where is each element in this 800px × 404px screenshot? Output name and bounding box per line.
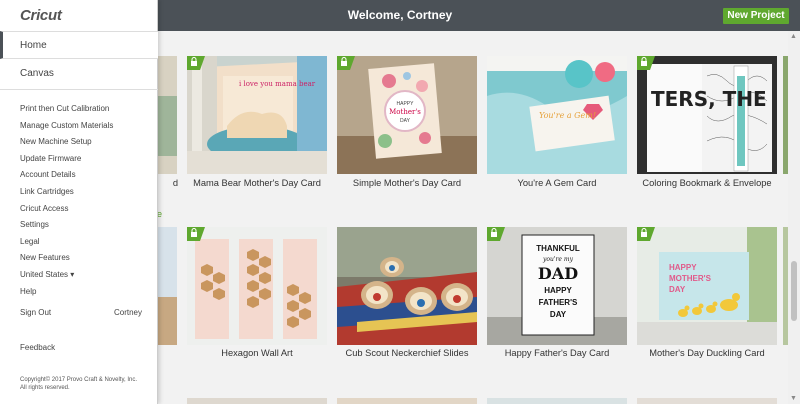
- menu-item-country-select[interactable]: United States ▾: [20, 267, 150, 284]
- menu-item-cricut-access[interactable]: Cricut Access: [20, 201, 150, 218]
- card-thumbnail: HAPPY MOTHER'S DAY: [637, 227, 777, 345]
- copyright-line: All rights reserved.: [20, 385, 70, 391]
- partial-card-row3[interactable]: [637, 398, 777, 404]
- access-badge-icon: [487, 227, 505, 241]
- sidebar-item-canvas[interactable]: Canvas: [0, 60, 158, 90]
- card-art-text: i love you mama bear: [239, 80, 316, 88]
- sidebar-menu: Cricut Home Canvas Print then Cut Calibr…: [0, 0, 158, 404]
- card-art-text: TERS, THE: [651, 87, 767, 111]
- card-art-text: HAPPY: [544, 286, 572, 295]
- partial-card-row3[interactable]: [187, 398, 327, 404]
- card-art-text: FATHER'S: [539, 298, 578, 307]
- card-title[interactable]: Mama Bear Mother's Day Card: [182, 178, 332, 188]
- sign-out-row: Sign Out Cortney: [20, 308, 142, 317]
- card-title[interactable]: Happy Father's Day Card: [482, 348, 632, 358]
- menu-item-new-machine-setup[interactable]: New Machine Setup: [20, 134, 150, 151]
- card-simple-mothers-day[interactable]: HAPPY Mother's DAY: [337, 56, 477, 174]
- menu-item-update-firmware[interactable]: Update Firmware: [20, 151, 150, 168]
- card-thumbnail: i love you mama bear: [187, 56, 327, 174]
- card-title[interactable]: Coloring Bookmark & Envelope: [632, 178, 782, 188]
- card-thumbnail: [187, 227, 327, 345]
- card-art-text: MOTHER'S: [669, 274, 712, 283]
- copyright-text: Copyright© 2017 Provo Craft & Novelty, I…: [20, 376, 150, 392]
- menu-item-account-details[interactable]: Account Details: [20, 167, 150, 184]
- card-art-text: DAY: [550, 310, 567, 319]
- card-coloring-bookmark[interactable]: TERS, THE: [637, 56, 777, 174]
- card-thumbnail: TERS, THE: [637, 56, 777, 174]
- card-title[interactable]: Hexagon Wall Art: [182, 348, 332, 358]
- card-title[interactable]: Cub Scout Neckerchief Slides: [332, 348, 482, 358]
- partial-caption-left-1: d: [172, 178, 178, 188]
- card-art-text: Mother's: [389, 108, 421, 116]
- access-badge-icon: [187, 56, 205, 70]
- card-cub-scout-slides[interactable]: [337, 227, 477, 345]
- copyright-line: Copyright© 2017 Provo Craft & Novelty, I…: [20, 377, 138, 383]
- partial-card-row3[interactable]: [337, 398, 477, 404]
- card-thumbnail: HAPPY Mother's DAY: [337, 56, 477, 174]
- card-art-text: DAY: [669, 285, 686, 294]
- partial-card-left-2[interactable]: [158, 227, 177, 345]
- card-title[interactable]: Mother's Day Duckling Card: [632, 348, 782, 358]
- sidebar-menu-list: Print then Cut Calibration Manage Custom…: [20, 101, 150, 300]
- menu-item-settings[interactable]: Settings: [20, 217, 150, 234]
- card-art-text: THANKFUL: [536, 244, 580, 253]
- card-thumbnail: You're a Gem!: [487, 56, 627, 174]
- menu-item-manage-custom-materials[interactable]: Manage Custom Materials: [20, 118, 150, 135]
- sidebar-item-label: Home: [20, 40, 47, 51]
- card-mothers-day-duckling[interactable]: HAPPY MOTHER'S DAY: [637, 227, 777, 345]
- scrollbar[interactable]: ▲ ▼: [788, 31, 800, 404]
- scroll-down-icon[interactable]: ▼: [790, 395, 797, 402]
- sidebar-item-home[interactable]: Home: [0, 31, 158, 59]
- new-project-button[interactable]: New Project: [723, 8, 789, 24]
- card-art-text: You're a Gem!: [539, 111, 596, 120]
- sign-out-link[interactable]: Sign Out: [20, 308, 51, 317]
- card-happy-fathers-day[interactable]: THANKFUL you're my DAD HAPPY FATHER'S DA…: [487, 227, 627, 345]
- partial-card-left-1[interactable]: [158, 56, 177, 174]
- menu-item-help[interactable]: Help: [20, 284, 150, 301]
- card-youre-a-gem[interactable]: You're a Gem!: [487, 56, 627, 174]
- project-grid: d e i love you mama bear Mama Bear Mothe…: [158, 31, 788, 404]
- user-name: Cortney: [113, 308, 142, 317]
- card-mama-bear[interactable]: i love you mama bear: [187, 56, 327, 174]
- card-thumbnail: THANKFUL you're my DAD HAPPY FATHER'S DA…: [487, 227, 627, 345]
- partial-card-row3[interactable]: [487, 398, 627, 404]
- card-art-text: HAPPY: [397, 101, 415, 107]
- card-title[interactable]: You're A Gem Card: [482, 178, 632, 188]
- card-thumbnail: [337, 227, 477, 345]
- card-art-text: DAY: [400, 118, 411, 124]
- feedback-link[interactable]: Feedback: [20, 343, 55, 352]
- cricut-logo: Cricut: [20, 7, 62, 24]
- app-window: Welcome, Cortney New Project d e i love …: [0, 0, 800, 404]
- card-art-text: DAD: [538, 264, 578, 283]
- card-art-text: you're my: [542, 256, 574, 263]
- access-badge-icon: [637, 56, 655, 70]
- card-hexagon-wall-art[interactable]: [187, 227, 327, 345]
- access-badge-icon: [337, 56, 355, 70]
- card-art-text: HAPPY: [669, 263, 697, 272]
- partial-link-left[interactable]: e: [158, 209, 162, 219]
- menu-item-legal[interactable]: Legal: [20, 234, 150, 251]
- sidebar-item-label: Canvas: [20, 68, 54, 79]
- menu-item-link-cartridges[interactable]: Link Cartridges: [20, 184, 150, 201]
- scroll-up-icon[interactable]: ▲: [790, 33, 797, 40]
- menu-item-print-then-cut-calibration[interactable]: Print then Cut Calibration: [20, 101, 150, 118]
- card-title[interactable]: Simple Mother's Day Card: [332, 178, 482, 188]
- menu-item-new-features[interactable]: New Features: [20, 250, 150, 267]
- access-badge-icon: [637, 227, 655, 241]
- scrollbar-thumb[interactable]: [791, 261, 797, 321]
- access-badge-icon: [187, 227, 205, 241]
